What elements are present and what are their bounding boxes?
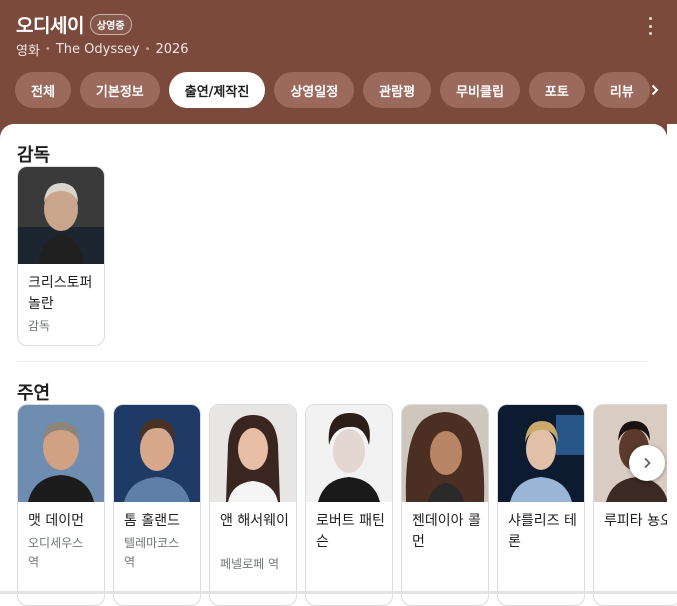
person-photo [498, 405, 584, 502]
chevron-right-icon [644, 457, 651, 469]
person-card[interactable]: 루피타 뇽오 [593, 404, 677, 606]
tab-basic-info[interactable]: 기본정보 [79, 72, 160, 108]
panel-edge [667, 124, 677, 594]
person-card[interactable]: 앤 해서웨이 페넬로페 역 [209, 404, 297, 606]
person-photo [306, 405, 392, 502]
person-role: 오디세우스 역 [28, 536, 84, 569]
person-name: 크리스토퍼 놀란 [28, 275, 93, 312]
movie-meta: 영화 • The Odyssey • 2026 [16, 40, 189, 59]
release-year: 2026 [155, 42, 189, 57]
more-vert-icon[interactable] [647, 17, 653, 35]
section-divider [17, 361, 647, 362]
person-photo [18, 405, 104, 502]
person-photo [402, 405, 488, 502]
tab-cast-crew[interactable]: 출연/제작진 [168, 72, 266, 108]
cast-section-title: 주연 [17, 383, 51, 404]
person-photo [114, 405, 200, 502]
person-name: 톰 홀랜드 [124, 513, 180, 529]
person-card[interactable]: 크리스토퍼 놀란 감독 [17, 166, 105, 346]
person-photo [18, 167, 104, 264]
status-badge: 상영중 [89, 13, 132, 35]
tab-reviews[interactable]: 관람평 [363, 72, 432, 108]
separator-dot: • [144, 44, 151, 55]
tab-review-posts[interactable]: 리뷰 [593, 72, 650, 108]
chevron-right-icon[interactable] [629, 445, 665, 481]
person-name: 젠데이아 콜먼 [412, 513, 481, 550]
chevron-right-icon[interactable] [649, 84, 661, 96]
title-row: 오디세이 상영중 [16, 11, 132, 38]
person-card[interactable]: 맷 데이먼 오디세우스 역 [17, 404, 105, 606]
person-name: 앤 해서웨이 [220, 513, 289, 529]
tab-photos[interactable]: 포토 [528, 72, 585, 108]
tab-all[interactable]: 전체 [15, 72, 71, 108]
person-name: 로버트 패틴슨 [316, 513, 385, 550]
person-role: 텔레마코스 역 [124, 536, 180, 569]
person-card[interactable]: 로버트 패틴슨 [305, 404, 393, 606]
person-photo [210, 405, 296, 502]
person-role: 감독 [28, 319, 51, 333]
person-card[interactable]: 톰 홀랜드 텔레마코스 역 [113, 404, 201, 606]
person-name: 샤를리즈 테론 [508, 513, 577, 550]
genre-label: 영화 [16, 44, 40, 59]
separator-dot: • [44, 44, 51, 55]
person-role: 페넬로페 역 [220, 557, 280, 571]
original-title: The Odyssey [55, 42, 140, 57]
person-card[interactable]: 젠데이아 콜먼 [401, 404, 489, 606]
person-name: 맷 데이먼 [28, 513, 84, 529]
tab-schedule[interactable]: 상영일정 [274, 72, 355, 108]
tab-bar: 전체 기본정보 출연/제작진 상영일정 관람평 무비클립 포토 리뷰 [15, 72, 667, 108]
director-section-title: 감독 [17, 145, 51, 166]
movie-title[interactable]: 오디세이 [16, 11, 84, 38]
tab-movie-clips[interactable]: 무비클립 [440, 72, 520, 108]
person-card[interactable]: 샤를리즈 테론 [497, 404, 585, 606]
